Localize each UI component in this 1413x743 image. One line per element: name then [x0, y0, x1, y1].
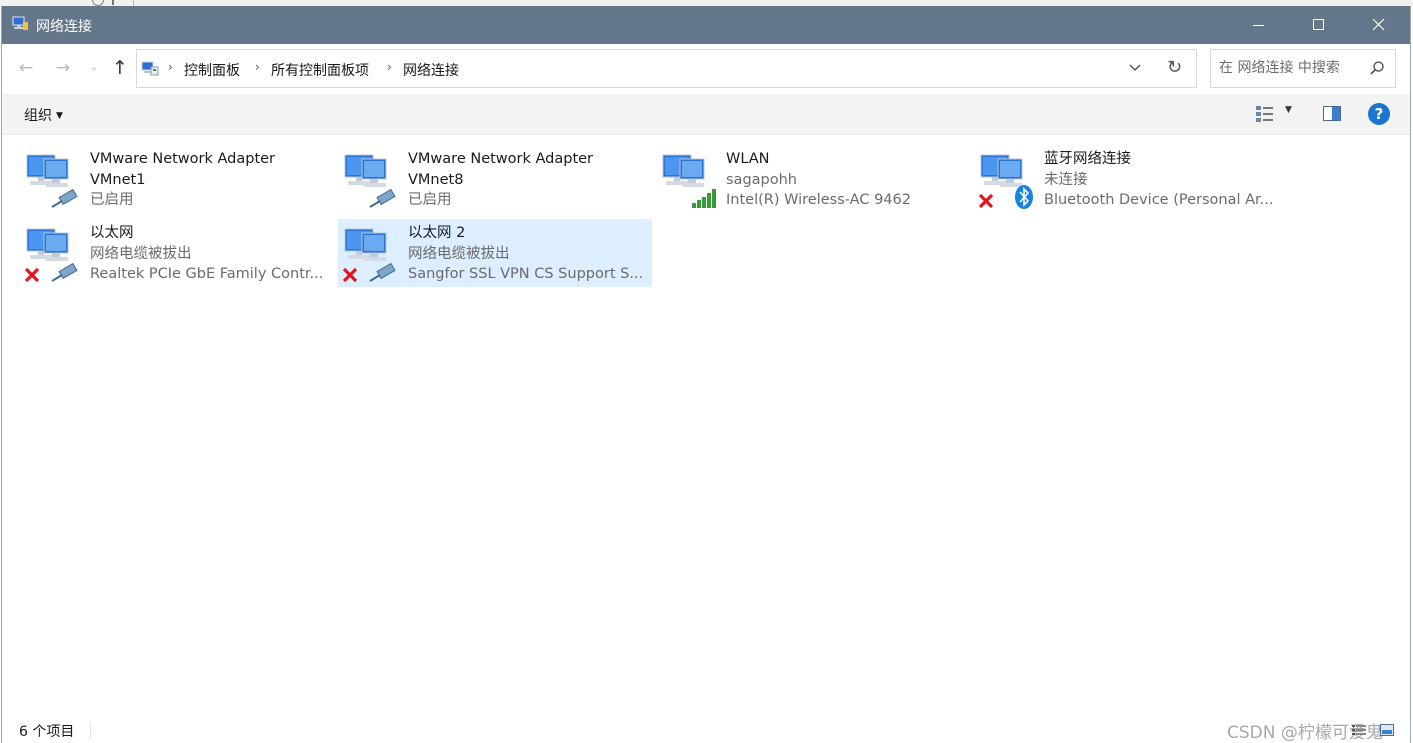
organize-label: 组织 [24, 108, 52, 124]
minimize-button[interactable] [1228, 6, 1288, 44]
search-box[interactable] [1210, 49, 1396, 88]
network-adapter-icon [26, 154, 78, 208]
search-input[interactable] [1219, 59, 1359, 77]
adapter-name: WLAN [726, 151, 770, 167]
adapter-vmnet1[interactable]: VMware Network Adapter VMnet1 已启用 [20, 145, 334, 213]
adapter-text: VMware Network Adapter VMnet8 已启用 [408, 149, 648, 211]
adapter-ethernet[interactable]: 以太网 网络电缆被拔出 Realtek PCIe GbE Family Cont… [20, 219, 334, 287]
adapter-text: 以太网 网络电缆被拔出 Realtek PCIe GbE Family Cont… [90, 223, 330, 285]
network-adapter-icon [24, 228, 78, 283]
connections-list: VMware Network Adapter VMnet1 已启用 VMware… [2, 135, 1410, 715]
window-title: 网络连接 [36, 19, 92, 35]
breadcrumb-control-panel[interactable]: 控制面板 [184, 60, 240, 80]
maximize-button[interactable] [1288, 6, 1348, 44]
adapter-text: WLAN sagapohh Intel(R) Wireless-AC 9462 [726, 149, 966, 211]
adapter-ethernet-2[interactable]: 以太网 2 网络电缆被拔出 Sangfor SSL VPN CS Support… [338, 219, 652, 287]
network-adapter-icon [342, 228, 396, 283]
background-divider [112, 0, 114, 5]
breadcrumb-separator[interactable]: › [387, 60, 392, 74]
ethernet-cable-icon [51, 188, 78, 208]
adapter-wlan[interactable]: WLAN sagapohh Intel(R) Wireless-AC 9462 [656, 145, 970, 213]
change-view-icon[interactable] [1255, 105, 1275, 123]
maximize-icon [1313, 19, 1324, 30]
adapter-text: 蓝牙网络连接 未连接 Bluetooth Device (Personal Ar… [1044, 149, 1284, 211]
adapter-status: 网络电缆被拔出 [90, 245, 192, 262]
large-icons-view-icon[interactable] [1380, 724, 1394, 736]
adapter-device: Sangfor SSL VPN CS Support S... [408, 266, 644, 282]
adapter-status: 网络电缆被拔出 [408, 245, 510, 262]
disconnected-x-icon [342, 267, 358, 283]
ethernet-cable-icon [369, 188, 396, 208]
details-view-icon[interactable] [1352, 724, 1366, 736]
search-icon[interactable] [1369, 60, 1385, 76]
adapter-name: 以太网 2 [408, 225, 466, 241]
close-icon [1372, 18, 1385, 31]
item-count: 6 个项目 [19, 724, 75, 740]
close-button[interactable] [1348, 6, 1408, 44]
disconnected-x-icon [978, 193, 994, 209]
preview-pane-icon[interactable] [1323, 106, 1341, 121]
wireless-adapter-icon [662, 154, 716, 208]
adapter-device: Intel(R) Wireless-AC 9462 [726, 192, 911, 208]
adapter-name-line2: VMnet8 [408, 171, 464, 188]
breadcrumb-separator[interactable]: › [255, 60, 260, 74]
adapter-status: 已启用 [90, 192, 134, 208]
navigation-bar: ← → ⌄ ↑ › 控制面板 › 所有控制面板项 › 网络连接 ↻ [2, 44, 1410, 94]
organize-menu-button[interactable]: 组织 ▼ [24, 105, 63, 125]
refresh-icon: ↻ [1167, 57, 1183, 78]
address-bar[interactable]: › 控制面板 › 所有控制面板项 › 网络连接 [136, 49, 1158, 88]
adapter-vmnet8[interactable]: VMware Network Adapter VMnet8 已启用 [338, 145, 652, 213]
command-bar: 组织 ▼ ▼ ? [2, 94, 1410, 135]
ethernet-cable-icon [369, 262, 396, 282]
network-connections-icon [12, 16, 28, 30]
breadcrumb-separator[interactable]: › [168, 60, 173, 74]
status-divider [90, 722, 91, 738]
network-adapter-icon [344, 154, 396, 208]
adapter-name: VMware Network Adapter [90, 151, 276, 167]
adapter-status: 未连接 [1044, 171, 1088, 188]
breadcrumb-all-items[interactable]: 所有控制面板项 [271, 60, 369, 80]
disconnected-x-icon [24, 267, 40, 283]
adapter-name: VMware Network Adapter [408, 151, 594, 167]
explorer-window: 网络连接 ← → ⌄ ↑ › 控制面板 › 所有控制面板项 › 网络连接 ↻ 在… [1, 6, 1411, 743]
adapter-bluetooth[interactable]: 蓝牙网络连接 未连接 Bluetooth Device (Personal Ar… [974, 145, 1288, 213]
up-button[interactable]: ↑ [109, 57, 131, 79]
adapter-text: VMware Network Adapter VMnet1 已启用 [90, 149, 330, 211]
adapter-name: 以太网 [90, 225, 134, 241]
view-options-dropdown-icon[interactable]: ▼ [1285, 105, 1292, 115]
title-bar[interactable]: 网络连接 [2, 6, 1410, 44]
adapter-status: sagapohh [726, 171, 797, 188]
adapter-name-line2: VMnet1 [90, 171, 146, 188]
bluetooth-adapter-icon [978, 154, 1033, 209]
recent-locations-button[interactable]: ⌄ [88, 57, 100, 79]
refresh-button[interactable]: ↻ [1156, 49, 1197, 88]
ethernet-cable-icon [51, 262, 78, 282]
adapter-name: 蓝牙网络连接 [1044, 151, 1131, 167]
adapter-text: 以太网 2 网络电缆被拔出 Sangfor SSL VPN CS Support… [408, 223, 648, 285]
adapter-status: 已启用 [408, 192, 452, 208]
adapter-device: Bluetooth Device (Personal Ar... [1044, 192, 1274, 208]
bluetooth-icon [1015, 185, 1033, 209]
back-button[interactable]: ← [15, 57, 37, 79]
breadcrumb-network-connections[interactable]: 网络连接 [403, 60, 459, 80]
address-dropdown-icon[interactable] [1127, 59, 1143, 75]
control-panel-icon [141, 61, 159, 76]
help-icon[interactable]: ? [1368, 103, 1390, 125]
status-bar: 6 个项目 CSDN @柠檬可爱鬼 [2, 716, 1410, 743]
adapter-device: Realtek PCIe GbE Family Contr... [90, 266, 324, 282]
chevron-down-icon: ▼ [56, 111, 63, 121]
minimize-icon [1253, 25, 1264, 26]
wifi-signal-icon [692, 189, 716, 208]
forward-button[interactable]: → [52, 57, 74, 79]
